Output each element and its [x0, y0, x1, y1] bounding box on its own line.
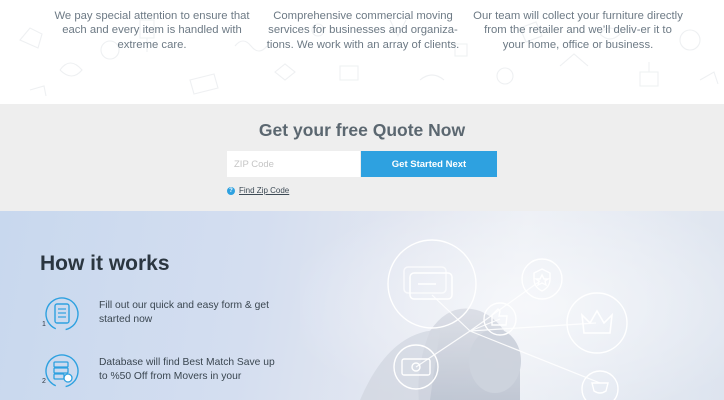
feature-care-text: We pay special attention to ensure that …: [54, 10, 250, 51]
form-icon: 1: [42, 297, 79, 331]
step-icon-wrapper: 2: [40, 353, 80, 389]
how-it-works-title: How it works: [40, 252, 170, 275]
features-section: We pay special attention to ensure that …: [0, 0, 724, 104]
quote-section: Get your free Quote Now Get Started Next…: [0, 104, 724, 211]
quote-title: Get your free Quote Now: [258, 120, 466, 140]
database-icon: 2: [42, 354, 79, 388]
feature-delivery-text: Our team will collect your furniture dir…: [473, 10, 683, 51]
step-item: 1 Fill out our quick and easy form & get…: [40, 296, 279, 332]
get-started-button[interactable]: Get Started Next: [361, 151, 497, 177]
find-zip-code-link[interactable]: Find Zip Code: [239, 186, 289, 195]
step-number: 1: [42, 321, 46, 328]
feature-commercial-text: Comprehensive commercial moving services…: [266, 10, 460, 51]
how-it-works-section: How it works 1 Fill out our quick and ea…: [0, 211, 724, 400]
help-icon: ?: [227, 186, 235, 195]
step-item: 2 Database will find Best Match Save up …: [40, 353, 279, 389]
step-icon-wrapper: 1: [40, 296, 80, 332]
find-zip-link-group[interactable]: ? Find Zip Code: [227, 186, 289, 195]
step-number: 2: [42, 378, 46, 385]
step-text: Database will find Best Match Save up to…: [99, 357, 275, 382]
zip-code-input[interactable]: [227, 151, 360, 177]
step-text: Fill out our quick and easy form & get s…: [99, 300, 269, 325]
